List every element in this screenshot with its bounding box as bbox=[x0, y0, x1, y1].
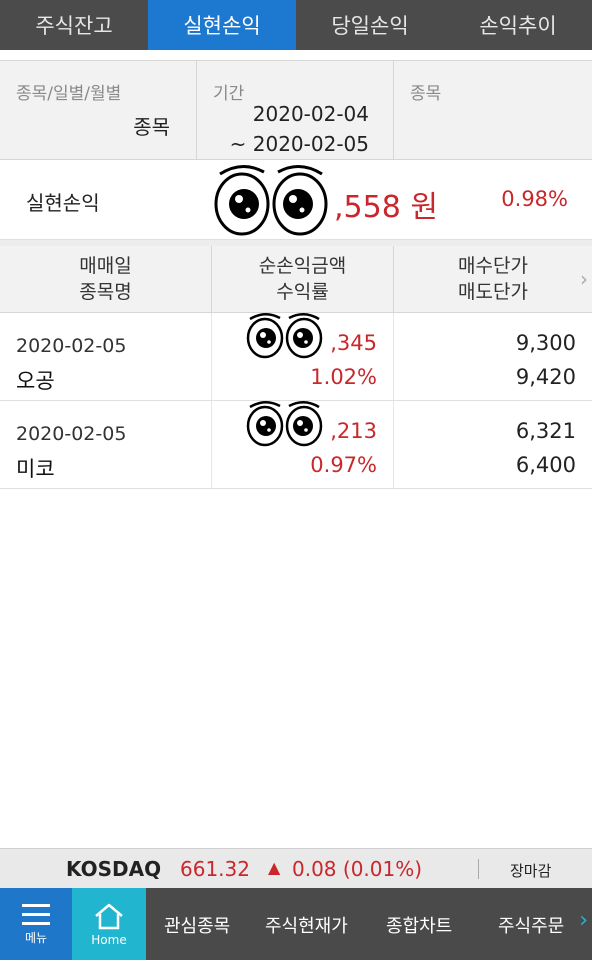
hamburger-icon bbox=[22, 904, 50, 925]
row-date: 2020-02-05 bbox=[16, 335, 127, 357]
header-date-name: 매매일 종목명 bbox=[0, 246, 212, 312]
eyes-sticker-icon bbox=[214, 165, 328, 236]
stock-label: 종목 bbox=[410, 84, 442, 104]
row-return-rate: 1.02% bbox=[310, 365, 377, 389]
row-net-amount: ,345 bbox=[330, 331, 377, 355]
table-header: 매매일 종목명 순손익금액 수익률 매수단가 매도단가 › bbox=[0, 246, 592, 313]
row-buy-price: 9,300 bbox=[515, 331, 576, 355]
row-stock-name: 오공 bbox=[16, 369, 55, 393]
row-stock-name: 미코 bbox=[16, 457, 55, 481]
home-button[interactable]: Home bbox=[72, 888, 146, 960]
ticker-index-name: KOSDAQ bbox=[66, 857, 162, 881]
eyes-sticker-icon bbox=[246, 313, 323, 359]
summary-rate: 0.98% bbox=[501, 187, 568, 211]
tab-daily-pnl[interactable]: 당일손익 bbox=[296, 0, 444, 50]
bottom-nav: 메뉴 Home 관심종목 주식현재가 종합차트 주식주문 › bbox=[0, 888, 592, 960]
home-icon bbox=[95, 903, 123, 929]
header-return-rate: 수익률 bbox=[276, 281, 329, 303]
up-arrow-icon: ▲ bbox=[268, 858, 281, 877]
row-net-amount: ,213 bbox=[330, 419, 377, 443]
eyes-sticker-icon bbox=[246, 401, 323, 447]
chevron-right-icon[interactable]: › bbox=[579, 908, 588, 933]
header-net-amount: 순손익금액 bbox=[258, 255, 347, 277]
nav-current-price[interactable]: 주식현재가 bbox=[265, 912, 348, 938]
type-selector[interactable]: 종목/일별/월별 종목 bbox=[0, 61, 197, 159]
period-to: ~ 2020-02-05 bbox=[229, 132, 369, 156]
market-ticker[interactable]: KOSDAQ 661.32 ▲ 0.08 (0.01%) 장마감 bbox=[0, 848, 592, 888]
tab-stock-balance[interactable]: 주식잔고 bbox=[0, 0, 148, 50]
menu-button[interactable]: 메뉴 bbox=[0, 888, 72, 960]
period-selector[interactable]: 기간 2020-02-04 ~ 2020-02-05 bbox=[197, 61, 394, 159]
summary-label: 실현손익 bbox=[26, 191, 100, 215]
tab-pnl-trend[interactable]: 손익추이 bbox=[444, 0, 592, 50]
header-stock-name: 종목명 bbox=[79, 281, 132, 303]
header-amount-rate: 순손익금액 수익률 bbox=[212, 246, 394, 312]
ticker-index-value: 661.32 bbox=[180, 857, 250, 881]
row-buy-price: 6,321 bbox=[515, 419, 576, 443]
nav-watchlist[interactable]: 관심종목 bbox=[164, 912, 230, 938]
nav-order[interactable]: 주식주문 bbox=[498, 912, 564, 938]
cell-date-name: 2020-02-05 오공 bbox=[0, 313, 212, 400]
chevron-right-icon[interactable]: › bbox=[580, 266, 588, 292]
tab-realized-pnl[interactable]: 실현손익 bbox=[148, 0, 296, 50]
row-date: 2020-02-05 bbox=[16, 423, 127, 445]
row-return-rate: 0.97% bbox=[310, 453, 377, 477]
cell-prices: 6,321 6,400 bbox=[394, 401, 592, 488]
filter-panel: 종목/일별/월별 종목 기간 2020-02-04 ~ 2020-02-05 종… bbox=[0, 60, 592, 160]
market-status: 장마감 bbox=[510, 862, 552, 880]
header-sell-price: 매도단가 bbox=[458, 281, 528, 303]
period-range: 2020-02-04 ~ 2020-02-05 bbox=[230, 99, 369, 159]
stock-selector[interactable]: 종목 bbox=[394, 61, 592, 159]
top-tab-bar: 주식잔고 실현손익 당일손익 손익추이 bbox=[0, 0, 592, 50]
ticker-divider bbox=[478, 859, 479, 879]
summary-amount: ,558 원 bbox=[334, 190, 438, 225]
header-buy-price: 매수단가 bbox=[458, 255, 528, 277]
period-from: 2020-02-04 bbox=[252, 102, 369, 126]
cell-date-name: 2020-02-05 미코 bbox=[0, 401, 212, 488]
header-trade-date: 매매일 bbox=[79, 255, 132, 277]
header-prices[interactable]: 매수단가 매도단가 › bbox=[394, 246, 592, 312]
ticker-change: 0.08 (0.01%) bbox=[292, 857, 423, 881]
nav-chart[interactable]: 종합차트 bbox=[386, 912, 452, 938]
menu-label: 메뉴 bbox=[24, 931, 48, 945]
type-value: 종목 bbox=[133, 115, 170, 139]
home-label: Home bbox=[91, 932, 127, 947]
row-sell-price: 6,400 bbox=[515, 453, 576, 477]
row-sell-price: 9,420 bbox=[515, 365, 576, 389]
cell-prices: 9,300 9,420 bbox=[394, 313, 592, 400]
type-label: 종목/일별/월별 bbox=[16, 84, 122, 104]
